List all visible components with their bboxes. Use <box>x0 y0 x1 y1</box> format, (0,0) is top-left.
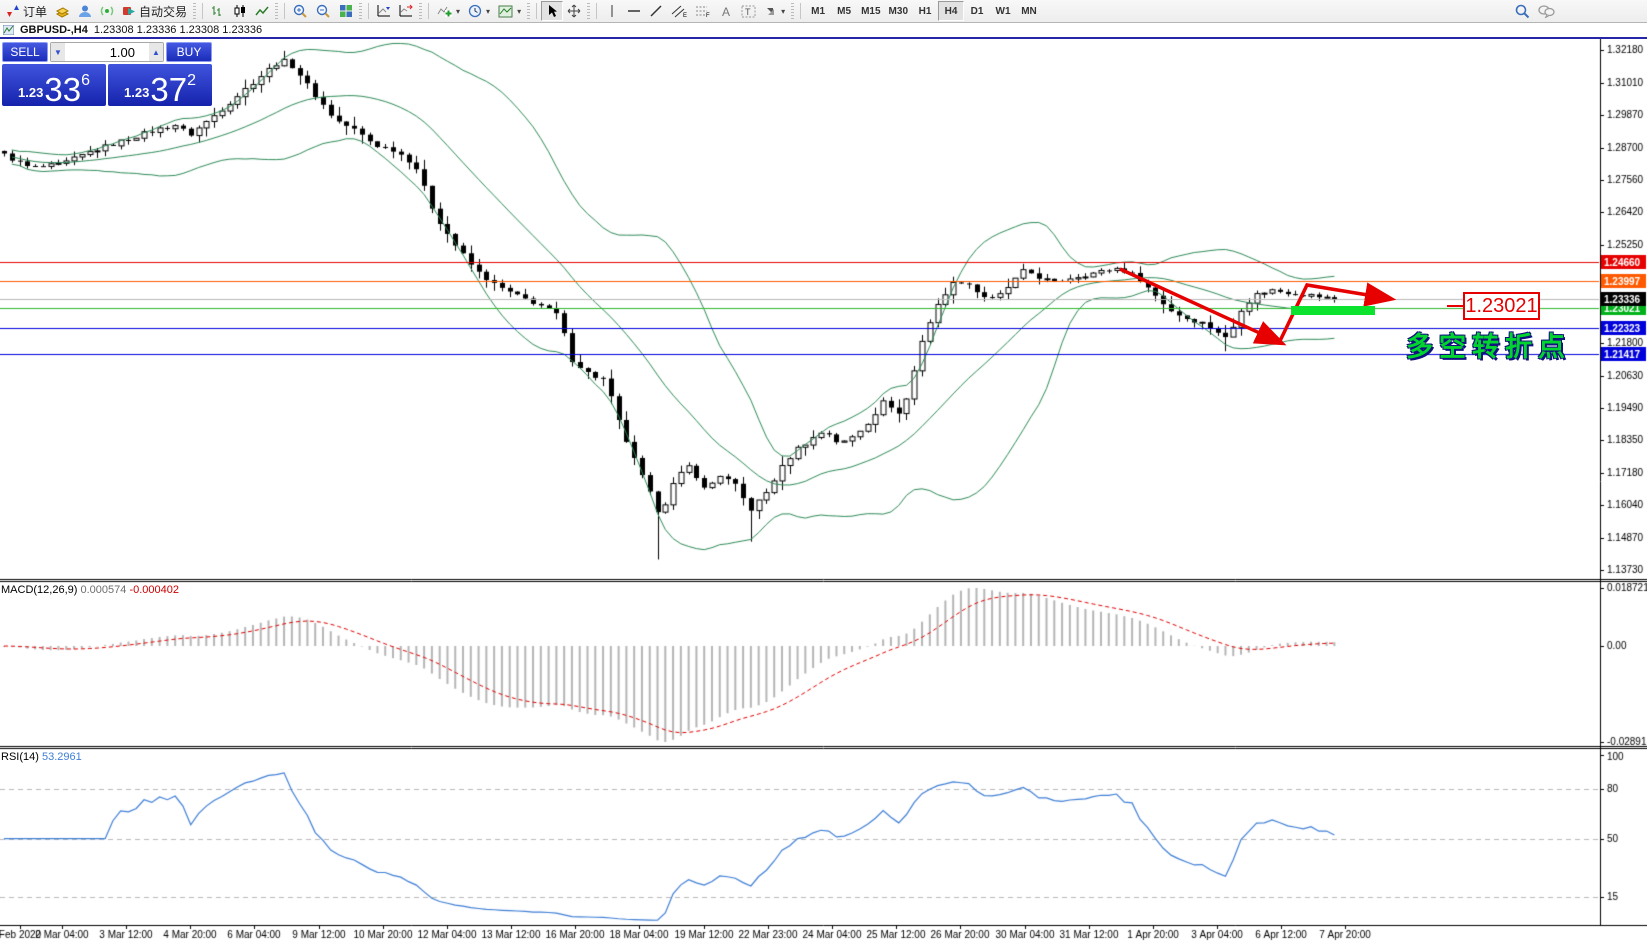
buy-price-display[interactable]: 1.23 37 2 <box>108 64 212 106</box>
one-click-trade-panel: SELL ▼ 1.00 ▲ BUY 1.23 33 6 1.23 37 2 <box>2 42 212 106</box>
volume-decrease-button[interactable]: ▼ <box>51 43 65 61</box>
buy-price-prefix: 1.23 <box>124 85 149 100</box>
price-box-leader-line <box>1447 305 1463 307</box>
support-highlight-bar[interactable] <box>1291 306 1375 315</box>
turning-point-annotation[interactable]: 多空转折点 <box>1406 325 1571 364</box>
sell-price-prefix: 1.23 <box>18 85 43 100</box>
sell-price-display[interactable]: 1.23 33 6 <box>2 64 106 106</box>
buy-price-main: 37 <box>150 74 187 105</box>
buy-price-sup: 2 <box>187 72 196 90</box>
volume-value[interactable]: 1.00 <box>65 43 149 61</box>
trend-arrows <box>0 0 1647 943</box>
volume-stepper: ▼ 1.00 ▲ <box>50 42 164 62</box>
down-trend-arrow[interactable] <box>1120 269 1277 341</box>
buy-button[interactable]: BUY <box>166 42 212 62</box>
sell-price-sup: 6 <box>81 72 90 90</box>
sell-price-main: 33 <box>44 74 81 105</box>
volume-increase-button[interactable]: ▲ <box>149 43 163 61</box>
price-callout-box[interactable]: 1.23021 <box>1463 292 1540 320</box>
sell-button[interactable]: SELL <box>2 42 48 62</box>
